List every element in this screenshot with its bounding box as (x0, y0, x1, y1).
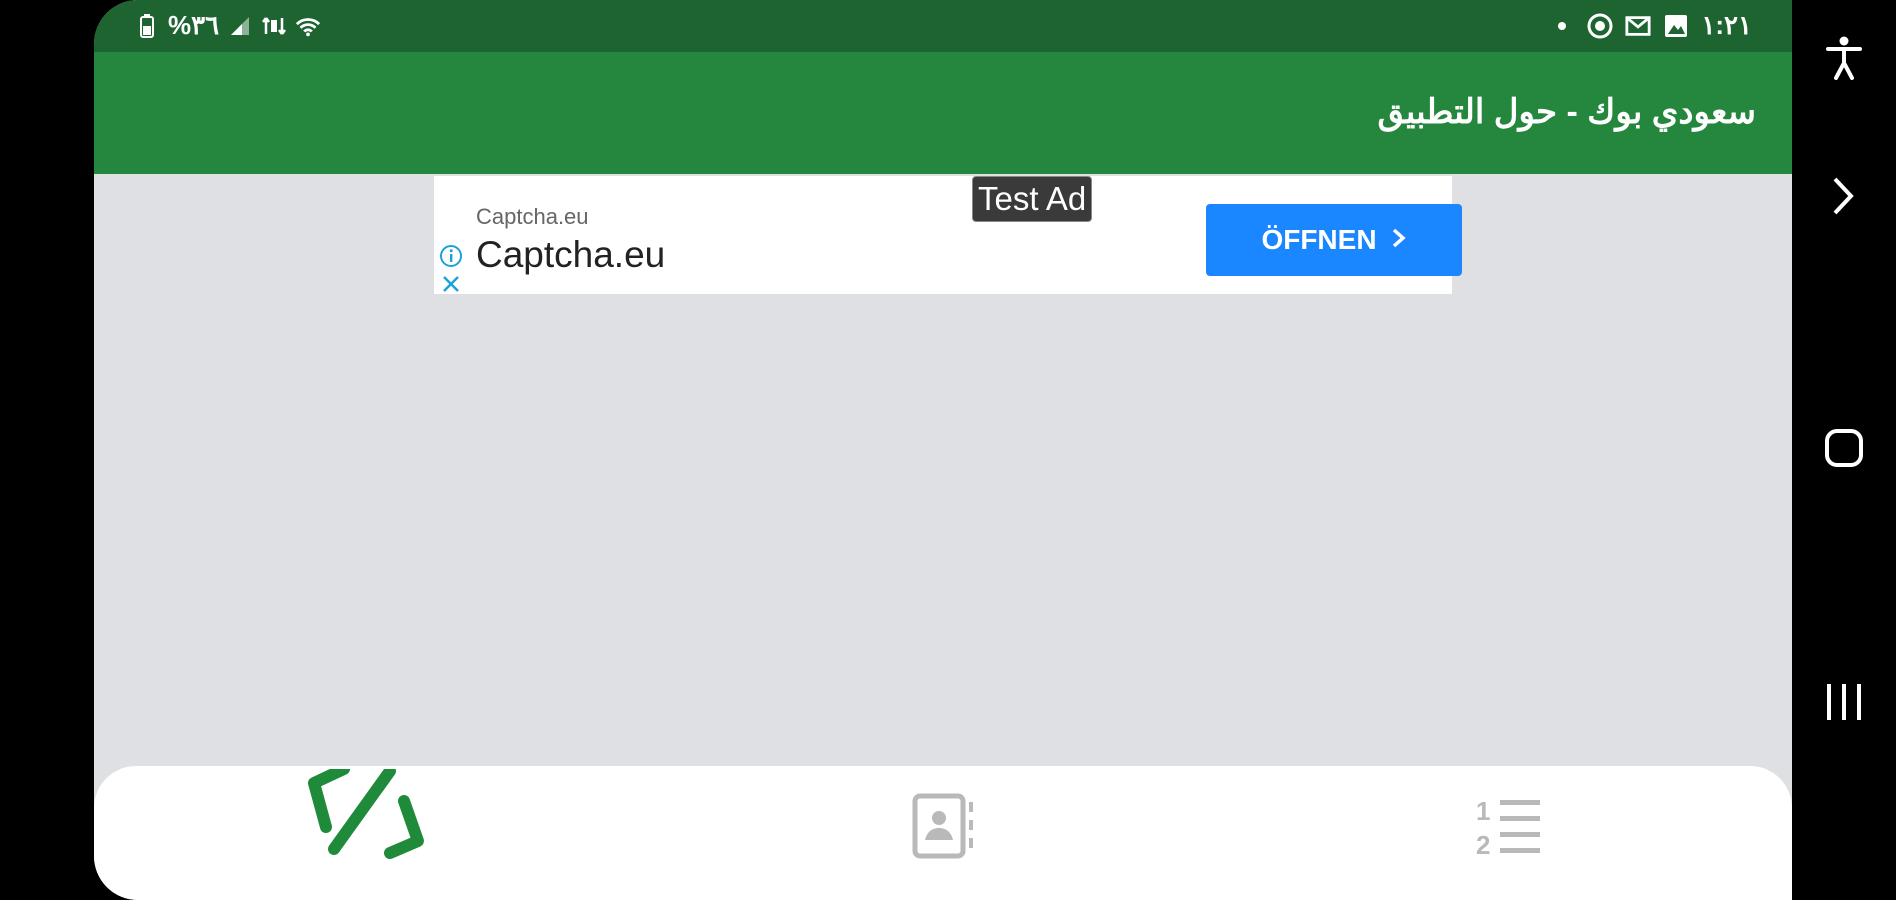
nav-item-list[interactable]: 1 2 (1464, 788, 1554, 868)
ad-banner[interactable]: Captcha.eu Captcha.eu Test Ad ÖFFNEN (434, 176, 1462, 294)
home-button[interactable] (1822, 428, 1866, 472)
contacts-icon (911, 792, 977, 865)
app-screen: %٣٦ ١:٢١ سعودي بوك - حول التطبيق Captcha… (94, 0, 1792, 900)
code-icon (304, 762, 444, 884)
ad-advertiser-small: Captcha.eu (476, 204, 589, 229)
bottom-nav: 1 2 (94, 762, 1792, 900)
status-right: ١:٢١ (1549, 10, 1752, 41)
wifi-icon (295, 13, 321, 39)
ad-info-icon[interactable] (439, 244, 463, 268)
app-notification-icon (1587, 13, 1613, 39)
page-title: سعودي بوك - حول التطبيق (1377, 93, 1756, 131)
forward-button[interactable] (1822, 176, 1866, 220)
battery-icon (134, 13, 160, 39)
ad-advertiser-large[interactable]: Captcha.eu (476, 234, 665, 276)
svg-text:1: 1 (1476, 796, 1490, 826)
status-bar: %٣٦ ١:٢١ (94, 0, 1792, 52)
home-icon (1824, 428, 1864, 473)
system-nav-bar (1792, 0, 1896, 900)
nav-item-contacts[interactable] (904, 788, 984, 868)
mail-icon (1625, 13, 1651, 39)
data-icon (261, 13, 287, 39)
battery-percent: %٣٦ (168, 10, 220, 40)
dot-icon (1549, 13, 1575, 39)
status-left: %٣٦ (134, 10, 321, 41)
ad-open-button[interactable]: ÖFFNEN (1206, 204, 1462, 276)
gallery-icon (1663, 13, 1689, 39)
app-bar: سعودي بوك - حول التطبيق (94, 52, 1792, 174)
ad-close-icon[interactable] (441, 274, 461, 294)
numbered-list-icon: 1 2 (1474, 794, 1544, 863)
accessibility-icon (1825, 36, 1863, 85)
status-time: ١:٢١ (1701, 10, 1752, 40)
accessibility-button[interactable] (1822, 36, 1866, 85)
chevron-right-icon (1832, 176, 1856, 221)
test-ad-badge: Test Ad (972, 176, 1093, 222)
signal-icon (227, 13, 253, 39)
recents-icon (1824, 682, 1864, 727)
chevron-right-icon (1391, 224, 1407, 256)
nav-item-code[interactable] (294, 762, 454, 886)
svg-text:2: 2 (1476, 830, 1490, 858)
recents-button[interactable] (1822, 682, 1866, 726)
ad-open-label: ÖFFNEN (1261, 224, 1377, 255)
